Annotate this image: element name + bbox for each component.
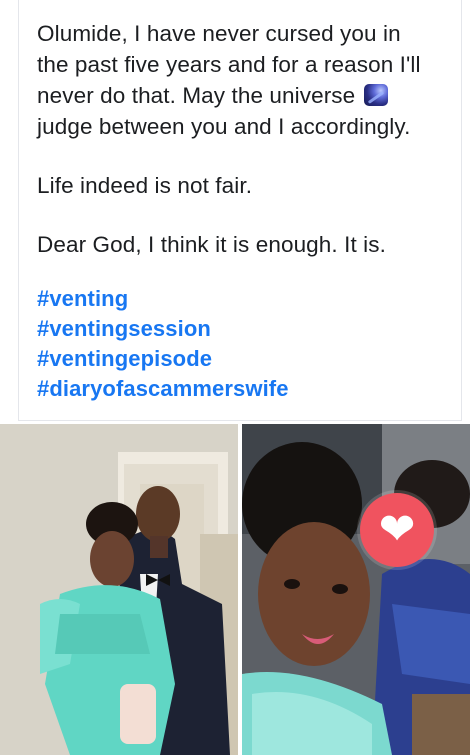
text-line: Life indeed is not fair. [37, 173, 253, 198]
text-line: judge between you and I accordingly. [37, 114, 411, 139]
hashtag-link[interactable]: #ventingepisode [37, 344, 453, 374]
paragraph-1: Olumide, I have never cursed you in the … [37, 18, 453, 142]
milky-way-emoji-icon [363, 84, 388, 106]
couple-photo[interactable] [0, 424, 238, 755]
post-card: Olumide, I have never cursed you in the … [18, 0, 462, 421]
paragraph-2: Life indeed is not fair. [37, 170, 453, 201]
hashtag-list: #venting #ventingsession #ventingepisode… [37, 284, 453, 404]
text-line: Olumide, I have never cursed you in [37, 21, 401, 46]
couple-photo-illustration [0, 424, 238, 755]
post-text: Olumide, I have never cursed you in the … [37, 18, 453, 404]
text-line: never do that. May the universe [37, 80, 453, 111]
hashtag-link[interactable]: #diaryofascammerswife [37, 374, 453, 404]
selfie-photo[interactable] [242, 424, 470, 755]
hashtag-link[interactable]: #ventingsession [37, 314, 453, 344]
text-line: the past five years and for a reason I'l… [37, 52, 421, 77]
text-line: Dear God, I think it is enough. It is. [37, 232, 386, 257]
paragraph-3: Dear God, I think it is enough. It is. [37, 229, 453, 260]
selfie-photo-illustration [242, 424, 470, 755]
hashtag-link[interactable]: #venting [37, 284, 453, 314]
text-line-content: never do that. May the universe [37, 83, 356, 108]
heart-reaction-icon[interactable]: ❤ [360, 493, 434, 567]
